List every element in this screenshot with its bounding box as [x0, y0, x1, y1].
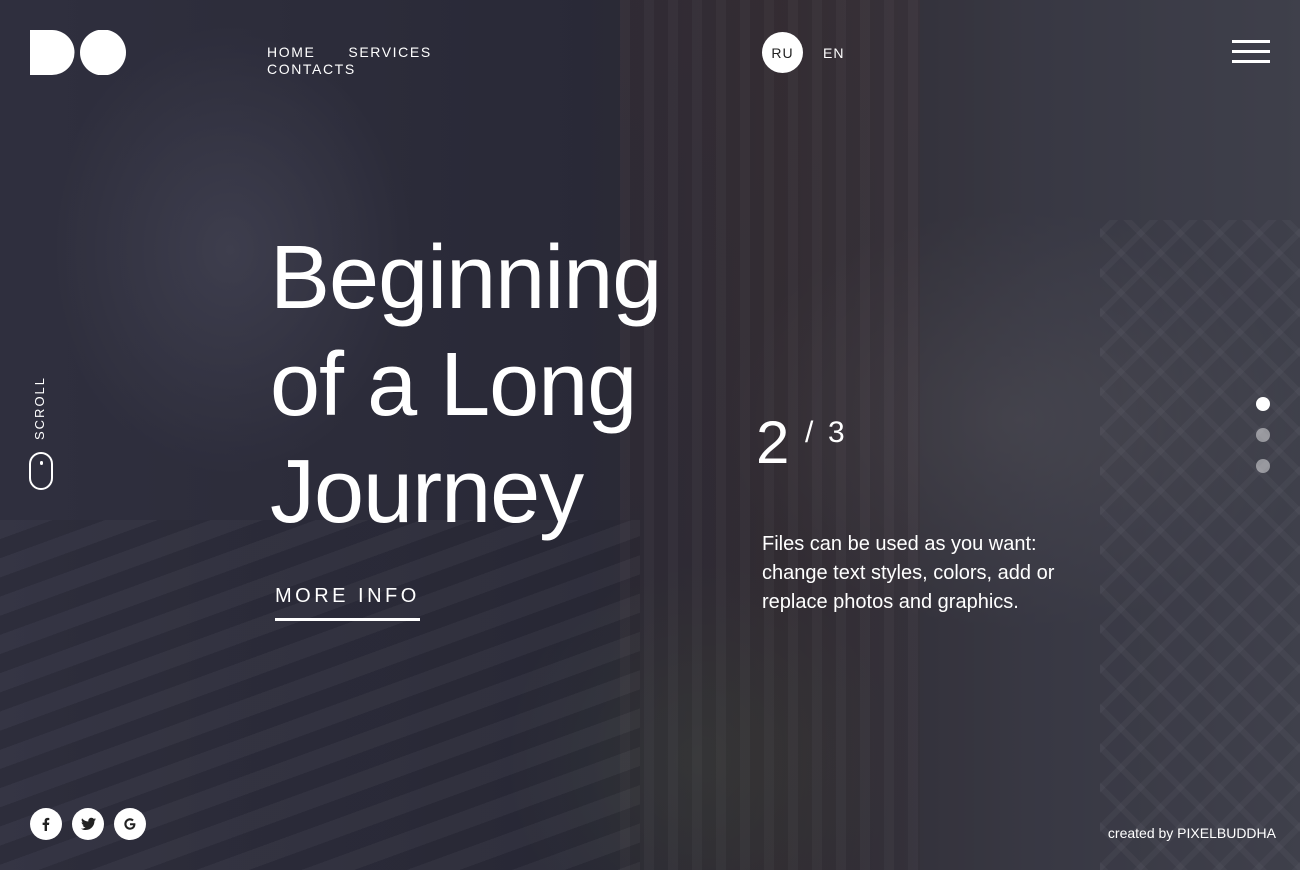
slide-counter: 2 / 3	[756, 409, 845, 476]
slide-dot-3[interactable]	[1256, 459, 1270, 473]
twitter-icon[interactable]	[72, 808, 104, 840]
nav-services[interactable]: SERVICES	[348, 44, 431, 61]
nav-contacts[interactable]: CONTACTS	[267, 61, 356, 78]
hamburger-menu-icon[interactable]	[1232, 40, 1270, 64]
more-info-button[interactable]: MORE INFO	[275, 585, 420, 621]
slide-description: Files can be used as you want: change te…	[762, 533, 1055, 613]
language-ru-button[interactable]: RU	[762, 32, 803, 73]
mouse-scroll-icon[interactable]	[29, 452, 53, 490]
do-logo[interactable]	[30, 30, 126, 75]
hero-title-line: of a Long	[270, 335, 637, 435]
hero-title-line: Beginning	[270, 228, 662, 328]
scroll-label: SCROLL	[32, 375, 47, 440]
slide-current-number: 2	[756, 409, 790, 476]
menu-line	[1232, 40, 1270, 43]
slide-total-number: 3	[828, 416, 845, 449]
language-en-button[interactable]: EN	[823, 45, 844, 61]
slide-dot-1[interactable]	[1256, 397, 1270, 411]
main-nav: HOME SERVICESCONTACTS	[267, 44, 467, 78]
language-switcher: RU EN	[762, 32, 844, 73]
slide-dot-2[interactable]	[1256, 428, 1270, 442]
nav-home[interactable]: HOME	[267, 44, 315, 61]
slide-separator: /	[805, 416, 814, 449]
google-icon[interactable]	[114, 808, 146, 840]
menu-line	[1232, 60, 1270, 63]
menu-line	[1232, 50, 1270, 53]
facebook-icon[interactable]	[30, 808, 62, 840]
slide-pagination	[1256, 397, 1270, 490]
hero-title-line: Journey	[270, 442, 584, 542]
social-links	[30, 808, 156, 840]
footer-credit[interactable]: created by PIXELBUDDHA	[1108, 825, 1276, 841]
hero-title: Beginning of a Long Journey	[270, 225, 710, 546]
